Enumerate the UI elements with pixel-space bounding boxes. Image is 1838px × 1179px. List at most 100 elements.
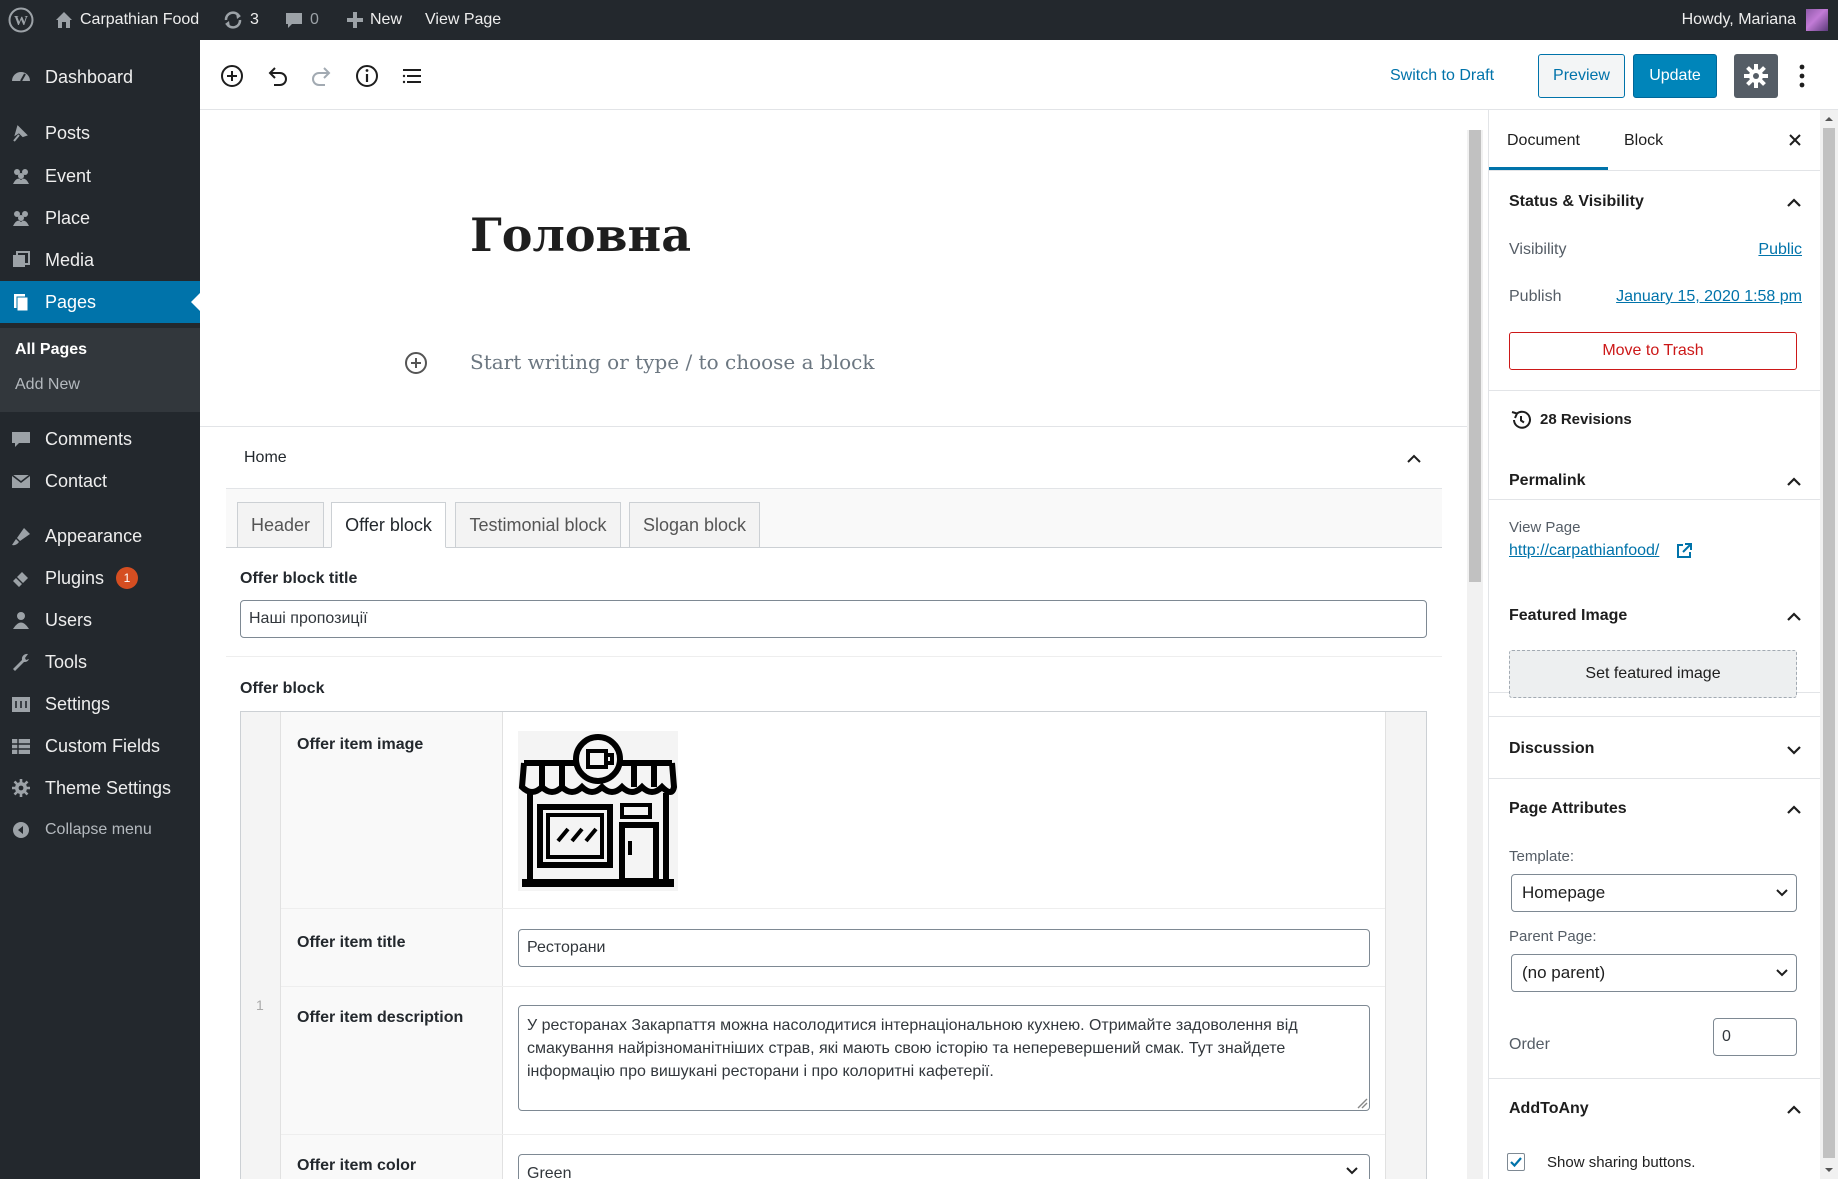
- sidebar-item-tools[interactable]: Tools: [0, 641, 200, 683]
- block-placeholder[interactable]: Start writing or type / to choose a bloc…: [470, 350, 874, 374]
- chevron-up-icon[interactable]: [1786, 195, 1802, 211]
- sidebar-item-settings[interactable]: Settings: [0, 683, 200, 725]
- sidebar-item-event[interactable]: Event: [0, 155, 200, 197]
- row-divider: [281, 908, 1385, 909]
- new-label: New: [370, 11, 403, 28]
- offer-block-label: Offer block: [240, 680, 325, 697]
- acf-group-toggle[interactable]: [1402, 447, 1426, 471]
- sidebar-item-pages[interactable]: Pages: [0, 281, 200, 323]
- redo-button[interactable]: [308, 62, 336, 90]
- row-actions[interactable]: [1385, 712, 1426, 1179]
- visibility-value[interactable]: Public: [1758, 241, 1802, 259]
- sidebar-item-media[interactable]: Media: [0, 239, 200, 281]
- wordpress-logo-icon[interactable]: W: [8, 0, 34, 40]
- sidebar-item-label: Settings: [45, 693, 111, 714]
- tab-offer-block[interactable]: Offer block: [331, 502, 446, 548]
- revisions-link[interactable]: 28 Revisions: [1540, 411, 1632, 428]
- discussion-title[interactable]: Discussion: [1509, 740, 1594, 758]
- block-navigation-button[interactable]: [398, 62, 426, 90]
- publish-date[interactable]: January 15, 2020 1:58 pm: [1616, 288, 1802, 306]
- sidebar-item-posts[interactable]: Posts: [0, 112, 200, 154]
- offer-block-title-input[interactable]: Наші пропозиції: [240, 600, 1427, 638]
- status-visibility-title[interactable]: Status & Visibility: [1509, 193, 1644, 211]
- preview-button[interactable]: Preview: [1538, 54, 1625, 98]
- undo-button[interactable]: [263, 62, 291, 90]
- sidebar-item-plugins[interactable]: Plugins 1: [0, 557, 200, 599]
- offer-item-description-label: Offer item description: [297, 1009, 464, 1026]
- post-title[interactable]: Головна: [470, 208, 691, 262]
- settings-sidebar: Document Block Status & Visibility Visib…: [1488, 110, 1821, 1179]
- switch-to-draft-button[interactable]: Switch to Draft: [1380, 54, 1504, 98]
- tab-slogan-block[interactable]: Slogan block: [629, 502, 760, 548]
- sidebar-item-dashboard[interactable]: Dashboard: [0, 56, 200, 98]
- sidebar-item-users[interactable]: Users: [0, 599, 200, 641]
- editor-scrollbar[interactable]: [1467, 130, 1483, 1179]
- comments-link[interactable]: 0: [284, 0, 319, 40]
- sidebar-item-place[interactable]: Place: [0, 197, 200, 239]
- more-options-button[interactable]: [1790, 61, 1814, 91]
- tab-testimonial-block[interactable]: Testimonial block: [455, 502, 621, 548]
- sidebar-item-appearance[interactable]: Appearance: [0, 515, 200, 557]
- sidebar-tabs: [1489, 110, 1821, 171]
- row-handle[interactable]: [241, 712, 281, 1179]
- avatar: [1806, 9, 1828, 31]
- scrollbar-thumb[interactable]: [1469, 130, 1481, 582]
- template-select[interactable]: Homepage: [1511, 874, 1797, 912]
- scroll-down-icon[interactable]: [1820, 1163, 1838, 1177]
- offer-item-title-input[interactable]: Ресторани: [518, 929, 1370, 967]
- chevron-up-icon[interactable]: [1786, 1102, 1802, 1118]
- chevron-up-icon[interactable]: [1786, 609, 1802, 625]
- parent-page-select[interactable]: (no parent): [1511, 954, 1797, 992]
- set-featured-image-button[interactable]: Set featured image: [1509, 650, 1797, 698]
- permalink-url[interactable]: http://carpathianfood/: [1509, 542, 1659, 560]
- scroll-up-icon[interactable]: [1820, 112, 1838, 126]
- template-label: Template:: [1509, 848, 1575, 865]
- sidebar-item-label: Place: [45, 207, 91, 228]
- tab-header[interactable]: Header: [237, 502, 324, 548]
- checkmark-icon: [1510, 1157, 1522, 1168]
- sidebar-item-custom-fields[interactable]: Custom Fields: [0, 725, 200, 767]
- settings-toggle-button[interactable]: [1734, 54, 1778, 98]
- sidebar-item-contact[interactable]: Contact: [0, 460, 200, 502]
- add-block-button[interactable]: [218, 62, 246, 90]
- chevron-up-icon[interactable]: [1786, 802, 1802, 818]
- sidebar-item-label: Posts: [45, 122, 91, 143]
- offer-item-title-label: Offer item title: [297, 934, 406, 951]
- offer-item-image[interactable]: [518, 731, 678, 891]
- permalink-title[interactable]: Permalink: [1509, 472, 1585, 490]
- offer-item-color-select[interactable]: Green: [518, 1154, 1370, 1179]
- resize-handle-icon[interactable]: [1356, 1097, 1368, 1109]
- sidebar-item-collapse-menu[interactable]: Collapse menu: [0, 809, 200, 851]
- addtoany-title[interactable]: AddToAny: [1509, 1100, 1589, 1118]
- submenu-add-new[interactable]: Add New: [15, 376, 80, 394]
- publish-label: Publish: [1509, 288, 1562, 305]
- content-info-button[interactable]: [353, 62, 381, 90]
- new-content-link[interactable]: New: [346, 0, 402, 40]
- row-number: 1: [256, 997, 264, 1013]
- updates-link[interactable]: 3: [222, 0, 259, 40]
- page-scrollbar[interactable]: [1820, 110, 1838, 1179]
- show-sharing-checkbox[interactable]: [1507, 1153, 1525, 1171]
- account-menu[interactable]: Howdy, Mariana: [1682, 0, 1828, 40]
- sidebar-item-theme-settings[interactable]: Theme Settings: [0, 767, 200, 809]
- comment-icon: [10, 429, 32, 449]
- view-page-link[interactable]: View Page: [425, 0, 501, 40]
- order-input[interactable]: 0: [1713, 1018, 1797, 1056]
- chevron-up-icon[interactable]: [1786, 474, 1802, 490]
- undo-icon: [268, 67, 287, 86]
- update-button[interactable]: Update: [1633, 54, 1717, 98]
- submenu-all-pages[interactable]: All Pages: [15, 341, 87, 359]
- offer-item-description-textarea[interactable]: У ресторанах Закарпаття можна насолодити…: [518, 1005, 1370, 1111]
- move-to-trash-button[interactable]: Move to Trash: [1509, 332, 1797, 370]
- sidebar-item-label: Collapse menu: [45, 821, 152, 838]
- chevron-down-icon[interactable]: [1786, 742, 1802, 758]
- inserter-button[interactable]: [403, 350, 429, 376]
- page-attributes-title[interactable]: Page Attributes: [1509, 800, 1627, 818]
- sidebar-item-comments[interactable]: Comments: [0, 418, 200, 460]
- scrollbar-thumb[interactable]: [1823, 128, 1835, 1158]
- order-label: Order: [1509, 1036, 1550, 1053]
- row-divider: [281, 1134, 1385, 1135]
- gear-icon: [10, 778, 32, 798]
- site-name-link[interactable]: Carpathian Food: [54, 0, 199, 40]
- featured-image-title[interactable]: Featured Image: [1509, 607, 1627, 625]
